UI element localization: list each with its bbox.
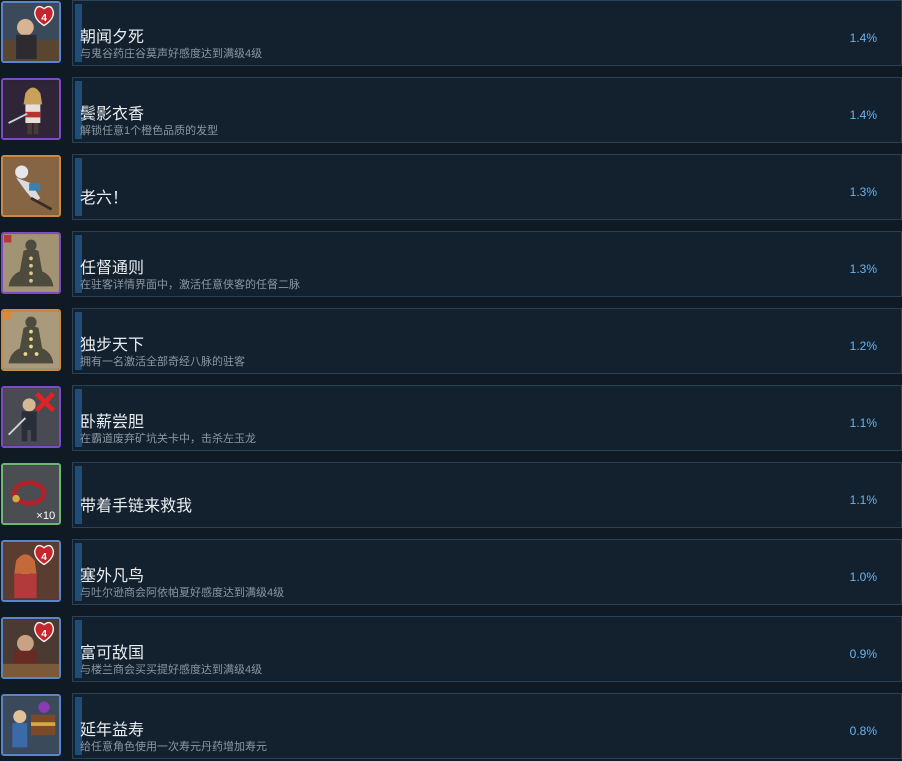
svg-text:4: 4 [41,13,47,24]
achievement-description: 与吐尔逊商会阿依帕夏好感度达到满级4级 [80,587,285,599]
achievement-row[interactable]: 鬓影衣香 解锁任意1个橙色品质的发型 1.4% [0,77,902,145]
achievement-card: 老六！ 1.3% [72,154,902,220]
defeated-boss-icon [1,386,61,448]
achievement-description: 在霸道废弃矿坑关卡中，击杀左玉龙 [80,433,256,445]
svg-text:×10: ×10 [36,510,55,522]
unlock-percentage: 1.1% [849,416,877,430]
achievement-row[interactable]: 4 富可敌国 与楼兰商会买买提好感度达到满级4级 0.9% [0,616,902,684]
achievement-description: 给任意角色使用一次寿元丹药增加寿元 [80,741,267,753]
unlock-percentage: 1.4% [849,31,877,45]
achievement-card: 延年益寿 给任意角色使用一次寿元丹药增加寿元 0.8% [72,693,902,759]
meridian-silhouette-gold-icon [1,309,61,371]
meridian-silhouette-icon [1,232,61,294]
npc-affection-heart-icon: 4 [1,617,61,679]
achievement-description: 解锁任意1个橙色品质的发型 [80,125,219,137]
achievement-row[interactable]: 独步天下 拥有一名激活全部奇经八脉的驻客 1.2% [0,308,902,376]
unlock-percentage: 0.8% [849,724,877,738]
achievement-card: 卧薪尝胆 在霸道废弃矿坑关卡中，击杀左玉龙 1.1% [72,385,902,451]
achievement-card: 朝闻夕死 与鬼谷药庄谷莫声好感度达到满级4级 1.4% [72,0,902,66]
achievement-title: 塞外凡鸟 [80,568,145,585]
achievement-row[interactable]: 延年益寿 给任意角色使用一次寿元丹药增加寿元 0.8% [0,693,902,761]
unlock-percentage: 1.0% [849,570,877,584]
achievement-title: 卧薪尝胆 [80,414,145,431]
treasure-chest-icon [1,694,61,756]
achievement-title: 鬓影衣香 [80,106,145,123]
achievement-card: 独步天下 拥有一名激活全部奇经八脉的驻客 1.2% [72,308,902,374]
svg-text:4: 4 [41,629,47,640]
fallen-fighter-icon [1,155,61,217]
achievement-description: 拥有一名激活全部奇经八脉的驻客 [80,356,245,368]
achievement-row[interactable]: 4 朝闻夕死 与鬼谷药庄谷莫声好感度达到满级4级 1.4% [0,0,902,68]
swordswoman-hairstyle-icon [1,78,61,140]
achievement-row[interactable]: ×10 带着手链来救我 1.1% [0,462,902,530]
unlock-percentage: 1.3% [849,185,877,199]
achievement-card: 任督通则 在驻客详情界面中，激活任意侠客的任督二脉 1.3% [72,231,902,297]
achievement-description: 与鬼谷药庄谷莫声好感度达到满级4级 [80,48,263,60]
achievement-row[interactable]: 老六！ 1.3% [0,154,902,222]
achievement-card: 鬓影衣香 解锁任意1个橙色品质的发型 1.4% [72,77,902,143]
achievement-title: 老六！ [80,190,129,207]
npc-affection-heart-icon: 4 [1,1,61,63]
achievement-title: 任督通则 [80,260,145,277]
achievement-row[interactable]: 4 塞外凡鸟 与吐尔逊商会阿依帕夏好感度达到满级4级 1.0% [0,539,902,607]
unlock-percentage: 1.4% [849,108,877,122]
unlock-percentage: 1.3% [849,262,877,276]
achievement-title: 带着手链来救我 [80,498,193,515]
achievement-title: 朝闻夕死 [80,29,145,46]
achievement-description: 与楼兰商会买买提好感度达到满级4级 [80,664,263,676]
unlock-percentage: 1.2% [849,339,877,353]
achievement-list: 4 朝闻夕死 与鬼谷药庄谷莫声好感度达到满级4级 1.4% 鬓影衣香 解锁任意1… [0,0,902,759]
npc-affection-heart-icon: 4 [1,540,61,602]
achievement-description: 在驻客详情界面中，激活任意侠客的任督二脉 [80,279,300,291]
unlock-percentage: 0.9% [849,647,877,661]
achievement-title: 富可敌国 [80,645,145,662]
svg-text:4: 4 [41,552,47,563]
achievement-card: 富可敌国 与楼兰商会买买提好感度达到满级4级 0.9% [72,616,902,682]
achievement-row[interactable]: 卧薪尝胆 在霸道废弃矿坑关卡中，击杀左玉龙 1.1% [0,385,902,453]
achievement-card: 塞外凡鸟 与吐尔逊商会阿依帕夏好感度达到满级4级 1.0% [72,539,902,605]
unlock-percentage: 1.1% [849,493,877,507]
bead-bracelet-icon: ×10 [1,463,61,525]
achievement-title: 独步天下 [80,337,145,354]
achievement-card: 带着手链来救我 1.1% [72,462,902,528]
achievement-row[interactable]: 任督通则 在驻客详情界面中，激活任意侠客的任督二脉 1.3% [0,231,902,299]
achievement-title: 延年益寿 [80,722,145,739]
